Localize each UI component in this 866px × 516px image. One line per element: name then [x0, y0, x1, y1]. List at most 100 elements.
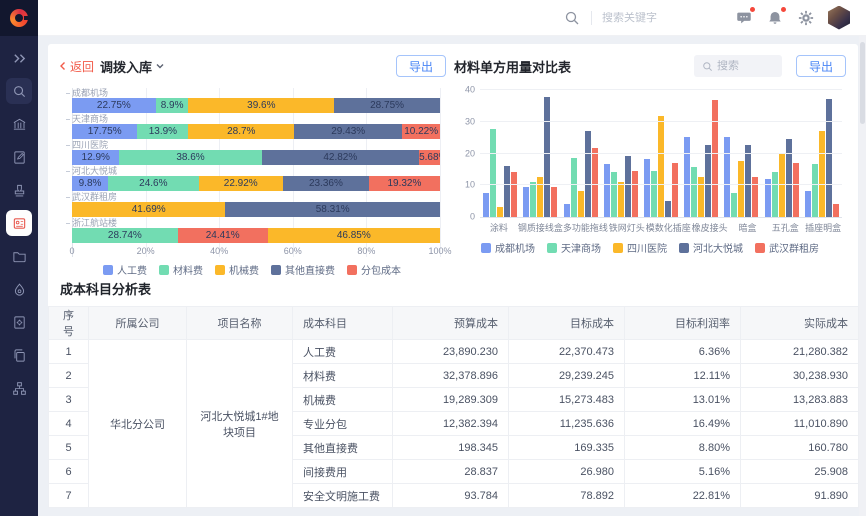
bar-segment[interactable]: 58.31% [225, 202, 440, 217]
bar[interactable] [564, 204, 570, 217]
bar-segment[interactable]: 12.9% [72, 150, 119, 165]
scrollbar-thumb[interactable] [860, 42, 865, 124]
bar[interactable] [738, 161, 744, 217]
sidebar-droplet-icon[interactable] [6, 276, 32, 302]
bar[interactable] [665, 201, 671, 217]
bar[interactable] [698, 177, 704, 217]
back-button[interactable]: 返回 [58, 58, 94, 75]
legend-item[interactable]: 成都机场 [481, 240, 535, 255]
expand-sidebar-icon[interactable] [6, 45, 32, 71]
bar-segment[interactable]: 24.41% [178, 228, 268, 243]
bar[interactable] [644, 159, 650, 217]
bar[interactable] [585, 131, 591, 217]
bar[interactable] [793, 163, 799, 217]
bar[interactable] [504, 166, 510, 217]
legend-item[interactable]: 河北大悦城 [679, 240, 743, 255]
bar[interactable] [786, 139, 792, 217]
scrollbar-track[interactable] [859, 36, 866, 516]
bar[interactable] [632, 171, 638, 217]
bar[interactable] [490, 129, 496, 217]
bar[interactable] [812, 164, 818, 217]
sidebar-seal-icon[interactable] [6, 177, 32, 203]
bar-segment[interactable]: 42.82% [262, 150, 420, 165]
bar-segment[interactable]: 5.68% [419, 150, 440, 165]
bar-segment[interactable]: 39.6% [188, 98, 334, 113]
bar[interactable] [672, 163, 678, 217]
bar-segment[interactable]: 28.74% [72, 228, 178, 243]
bar[interactable] [511, 172, 517, 217]
legend-item[interactable]: 其他直接费 [271, 262, 335, 277]
bar[interactable] [625, 156, 631, 217]
bar-segment[interactable]: 19.32% [369, 176, 440, 191]
legend-item[interactable]: 机械费 [215, 262, 259, 277]
bar[interactable] [724, 137, 730, 217]
bar[interactable] [752, 177, 758, 217]
bar-segment[interactable]: 38.6% [119, 150, 261, 165]
bar-segment[interactable]: 22.75% [72, 98, 156, 113]
bar[interactable] [571, 158, 577, 217]
bar[interactable] [772, 172, 778, 217]
sidebar-folder-icon[interactable] [6, 243, 32, 269]
sidebar-copy-icon[interactable] [6, 342, 32, 368]
bar[interactable] [731, 193, 737, 217]
legend-item[interactable]: 分包成本 [347, 262, 401, 277]
bar-segment[interactable]: 17.75% [72, 124, 137, 139]
bar[interactable] [819, 131, 825, 217]
bar[interactable] [833, 204, 839, 217]
bar[interactable] [530, 182, 536, 217]
bar-segment[interactable]: 10.22% [402, 124, 440, 139]
sidebar-bank-icon[interactable] [6, 111, 32, 137]
bar[interactable] [684, 137, 690, 217]
sidebar-contract-icon[interactable] [6, 144, 32, 170]
bar[interactable] [651, 171, 657, 217]
bar[interactable] [691, 167, 697, 217]
bar-segment[interactable]: 46.85% [268, 228, 440, 243]
chart-search-box[interactable] [694, 55, 782, 77]
bar[interactable] [483, 193, 489, 217]
sidebar-search-icon[interactable] [6, 78, 32, 104]
legend-item[interactable]: 武汉群租房 [755, 240, 819, 255]
bar[interactable] [826, 99, 832, 217]
legend-item[interactable]: 材料费 [159, 262, 203, 277]
bar[interactable] [611, 172, 617, 217]
bar[interactable] [705, 145, 711, 217]
bar[interactable] [658, 116, 664, 217]
bar[interactable] [712, 100, 718, 217]
bar[interactable] [805, 191, 811, 217]
bar-segment[interactable]: 28.7% [188, 124, 294, 139]
legend-item[interactable]: 人工费 [103, 262, 147, 277]
gear-icon[interactable] [797, 9, 815, 27]
legend-item[interactable]: 四川医院 [613, 240, 667, 255]
legend-item[interactable]: 天津商场 [547, 240, 601, 255]
export-button-left[interactable]: 导出 [396, 55, 446, 77]
bar-segment[interactable]: 13.9% [137, 124, 188, 139]
export-button-right[interactable]: 导出 [796, 55, 846, 77]
bell-icon[interactable] [766, 9, 784, 27]
sidebar-materials-icon-active[interactable] [6, 210, 32, 236]
bar-segment[interactable]: 8.9% [156, 98, 189, 113]
bar-segment[interactable]: 23.36% [283, 176, 369, 191]
bar-segment[interactable]: 24.6% [108, 176, 199, 191]
bar[interactable] [578, 191, 584, 217]
bar[interactable] [523, 187, 529, 217]
chart-title-dropdown[interactable]: 调拨入库 [100, 57, 165, 76]
bar[interactable] [745, 145, 751, 217]
bar-segment[interactable]: 22.92% [199, 176, 283, 191]
messages-icon[interactable] [735, 9, 753, 27]
bar[interactable] [497, 207, 503, 217]
bar-segment[interactable]: 9.8% [72, 176, 108, 191]
bar[interactable] [551, 187, 557, 217]
bar[interactable] [537, 177, 543, 217]
bar-segment[interactable]: 29.43% [294, 124, 402, 139]
app-logo[interactable] [0, 0, 38, 36]
bar[interactable] [618, 182, 624, 217]
bar-segment[interactable]: 41.69% [72, 202, 225, 217]
chart-search-input[interactable] [717, 60, 773, 72]
sidebar-doc-gear-icon[interactable] [6, 309, 32, 335]
bar[interactable] [544, 97, 550, 217]
bar[interactable] [592, 148, 598, 217]
sidebar-flow-icon[interactable] [6, 375, 32, 401]
search-input[interactable] [602, 12, 694, 24]
user-avatar[interactable] [828, 6, 850, 30]
bar[interactable] [604, 164, 610, 217]
